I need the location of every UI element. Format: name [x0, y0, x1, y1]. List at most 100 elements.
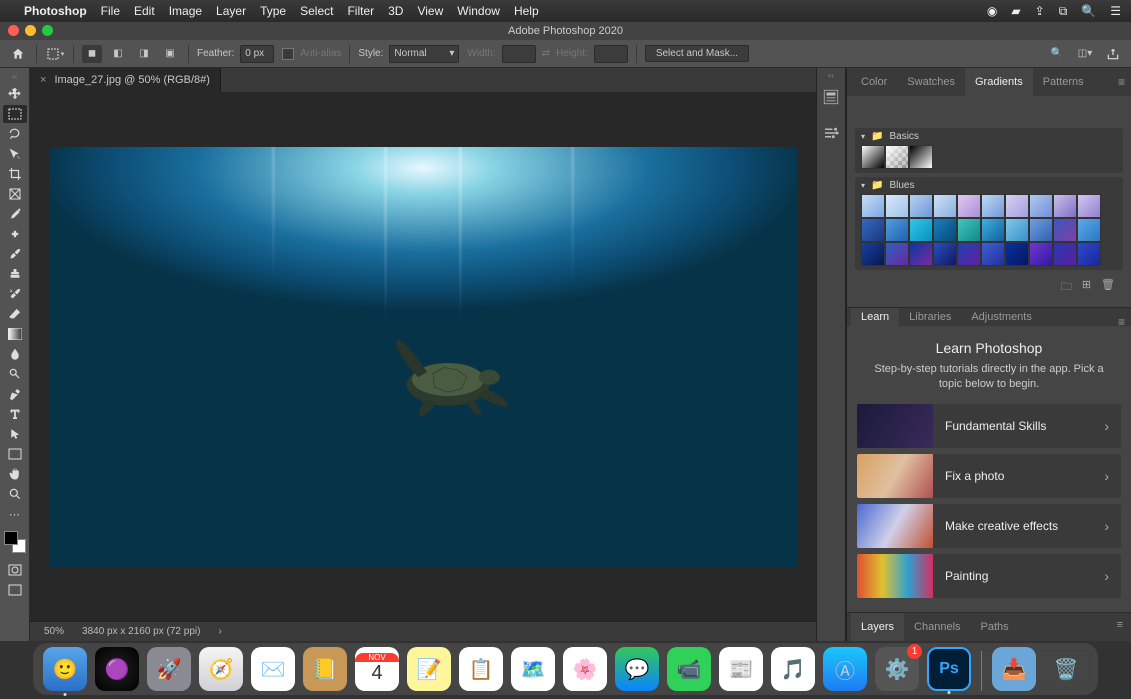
dock-music[interactable]: 🎵	[771, 647, 815, 691]
tab-color[interactable]: Color	[851, 68, 897, 96]
tab-adjustments[interactable]: Adjustments	[961, 308, 1042, 326]
dock-notes[interactable]: 📝	[407, 647, 451, 691]
history-panel-icon[interactable]	[820, 86, 842, 108]
stamp-tool-icon[interactable]	[3, 265, 27, 283]
tab-learn[interactable]: Learn	[851, 308, 899, 326]
menu-view[interactable]: View	[417, 4, 443, 18]
gradient-swatch[interactable]	[1005, 218, 1029, 242]
tab-libraries[interactable]: Libraries	[899, 308, 961, 326]
dock-facetime[interactable]: 📹	[667, 647, 711, 691]
dock-mail[interactable]: ✉️	[251, 647, 295, 691]
menu-image[interactable]: Image	[169, 4, 202, 18]
close-window[interactable]	[8, 25, 19, 36]
dodge-tool-icon[interactable]	[3, 365, 27, 383]
workspace-switcher-icon[interactable]: ◫▾	[1075, 45, 1095, 63]
gradient-swatch[interactable]	[981, 218, 1005, 242]
panel-expand-handle[interactable]: ‹‹	[828, 70, 834, 80]
gradient-swatch[interactable]	[885, 242, 909, 266]
gradient-group-blues-header[interactable]: ▾ 📁 Blues	[855, 177, 1123, 194]
tab-patterns[interactable]: Patterns	[1033, 68, 1094, 96]
pen-tool-icon[interactable]	[3, 385, 27, 403]
menu-type[interactable]: Type	[260, 4, 286, 18]
menu-select[interactable]: Select	[300, 4, 333, 18]
tab-swatches[interactable]: Swatches	[897, 68, 965, 96]
gradient-swatch[interactable]	[957, 218, 981, 242]
learn-item-fix[interactable]: Fix a photo ›	[857, 454, 1121, 498]
gradient-swatch[interactable]	[957, 194, 981, 218]
spotlight-icon[interactable]: 🔍	[1081, 4, 1096, 18]
app-menu[interactable]: Photoshop	[24, 4, 87, 18]
panel-menu-icon[interactable]: ≡	[1118, 75, 1125, 89]
document-tab[interactable]: × Image_27.jpg @ 50% (RGB/8#)	[30, 68, 221, 92]
dock-sysprefs[interactable]: ⚙️1	[875, 647, 919, 691]
dock-photos[interactable]: 🌸	[563, 647, 607, 691]
toolbox-more-icon[interactable]: ⋯	[3, 505, 27, 523]
feather-input[interactable]	[240, 45, 274, 63]
gradient-swatch[interactable]	[861, 194, 885, 218]
gradient-swatch[interactable]	[1029, 218, 1053, 242]
dock-trash[interactable]: 🗑️	[1044, 647, 1088, 691]
dock-news[interactable]: 📰	[719, 647, 763, 691]
gradient-swatch[interactable]	[885, 218, 909, 242]
panel-menu-icon[interactable]: ≡	[1109, 613, 1131, 641]
tab-gradients[interactable]: Gradients	[965, 68, 1033, 96]
gradient-swatch[interactable]	[909, 145, 933, 169]
gradient-swatch[interactable]	[1053, 194, 1077, 218]
dock-siri[interactable]: 🟣	[95, 647, 139, 691]
close-tab-icon[interactable]: ×	[40, 74, 46, 86]
gradient-swatch[interactable]	[861, 145, 885, 169]
gradient-swatch[interactable]	[1005, 194, 1029, 218]
home-button[interactable]	[8, 45, 28, 63]
move-tool-icon[interactable]	[3, 85, 27, 103]
canvas-viewport[interactable]	[30, 92, 816, 621]
menu-filter[interactable]: Filter	[347, 4, 374, 18]
tab-layers[interactable]: Layers	[851, 613, 904, 641]
gradient-group-basics-header[interactable]: ▾ 📁 Basics	[855, 128, 1123, 145]
history-brush-tool-icon[interactable]	[3, 285, 27, 303]
gradient-swatch[interactable]	[1053, 242, 1077, 266]
gradient-swatch[interactable]	[981, 194, 1005, 218]
select-new-icon[interactable]: ◼	[82, 45, 102, 63]
notifications-icon[interactable]: ▰	[1011, 4, 1020, 18]
blur-tool-icon[interactable]	[3, 345, 27, 363]
gradient-swatch[interactable]	[885, 194, 909, 218]
gradient-swatch[interactable]	[1077, 242, 1101, 266]
gradient-swatch[interactable]	[909, 218, 933, 242]
gradient-swatch[interactable]	[1053, 218, 1077, 242]
dock-downloads[interactable]: 📥	[992, 647, 1036, 691]
zoom-readout[interactable]: 50%	[44, 626, 64, 637]
control-center-icon[interactable]: ☰	[1110, 4, 1121, 18]
search-icon[interactable]: 🔍	[1047, 45, 1067, 63]
select-subtract-icon[interactable]: ◨	[134, 45, 154, 63]
menu-file[interactable]: File	[101, 4, 120, 18]
dock-reminders[interactable]: 📋	[459, 647, 503, 691]
quickmask-icon[interactable]	[3, 561, 27, 579]
learn-item-fundamental[interactable]: Fundamental Skills ›	[857, 404, 1121, 448]
gradient-swatch[interactable]	[933, 194, 957, 218]
brush-tool-icon[interactable]	[3, 245, 27, 263]
gradient-swatch[interactable]	[861, 242, 885, 266]
style-select[interactable]: Normal▾	[389, 45, 459, 63]
menu-edit[interactable]: Edit	[134, 4, 155, 18]
menu-layer[interactable]: Layer	[216, 4, 246, 18]
screenmode-icon[interactable]	[3, 581, 27, 599]
eraser-tool-icon[interactable]	[3, 305, 27, 323]
select-and-mask-button[interactable]: Select and Mask...	[645, 45, 749, 62]
dock-messages[interactable]: 💬	[615, 647, 659, 691]
minimize-window[interactable]	[25, 25, 36, 36]
gradient-swatch[interactable]	[933, 218, 957, 242]
dock-contacts[interactable]: 📒	[303, 647, 347, 691]
quick-select-tool-icon[interactable]	[3, 145, 27, 163]
trash-icon[interactable]: 🗑	[1101, 278, 1115, 297]
dock-safari[interactable]: 🧭	[199, 647, 243, 691]
zoom-tool-icon[interactable]	[3, 485, 27, 503]
dock-appstore[interactable]: Ⓐ	[823, 647, 867, 691]
gradient-swatch[interactable]	[1029, 194, 1053, 218]
dock-maps[interactable]: 🗺️	[511, 647, 555, 691]
gradient-swatch[interactable]	[981, 242, 1005, 266]
cc-sync-icon[interactable]: ◉	[987, 4, 997, 18]
learn-item-painting[interactable]: Painting ›	[857, 554, 1121, 598]
path-select-tool-icon[interactable]	[3, 425, 27, 443]
share-icon[interactable]	[1103, 45, 1123, 63]
color-swatches[interactable]	[4, 531, 26, 553]
